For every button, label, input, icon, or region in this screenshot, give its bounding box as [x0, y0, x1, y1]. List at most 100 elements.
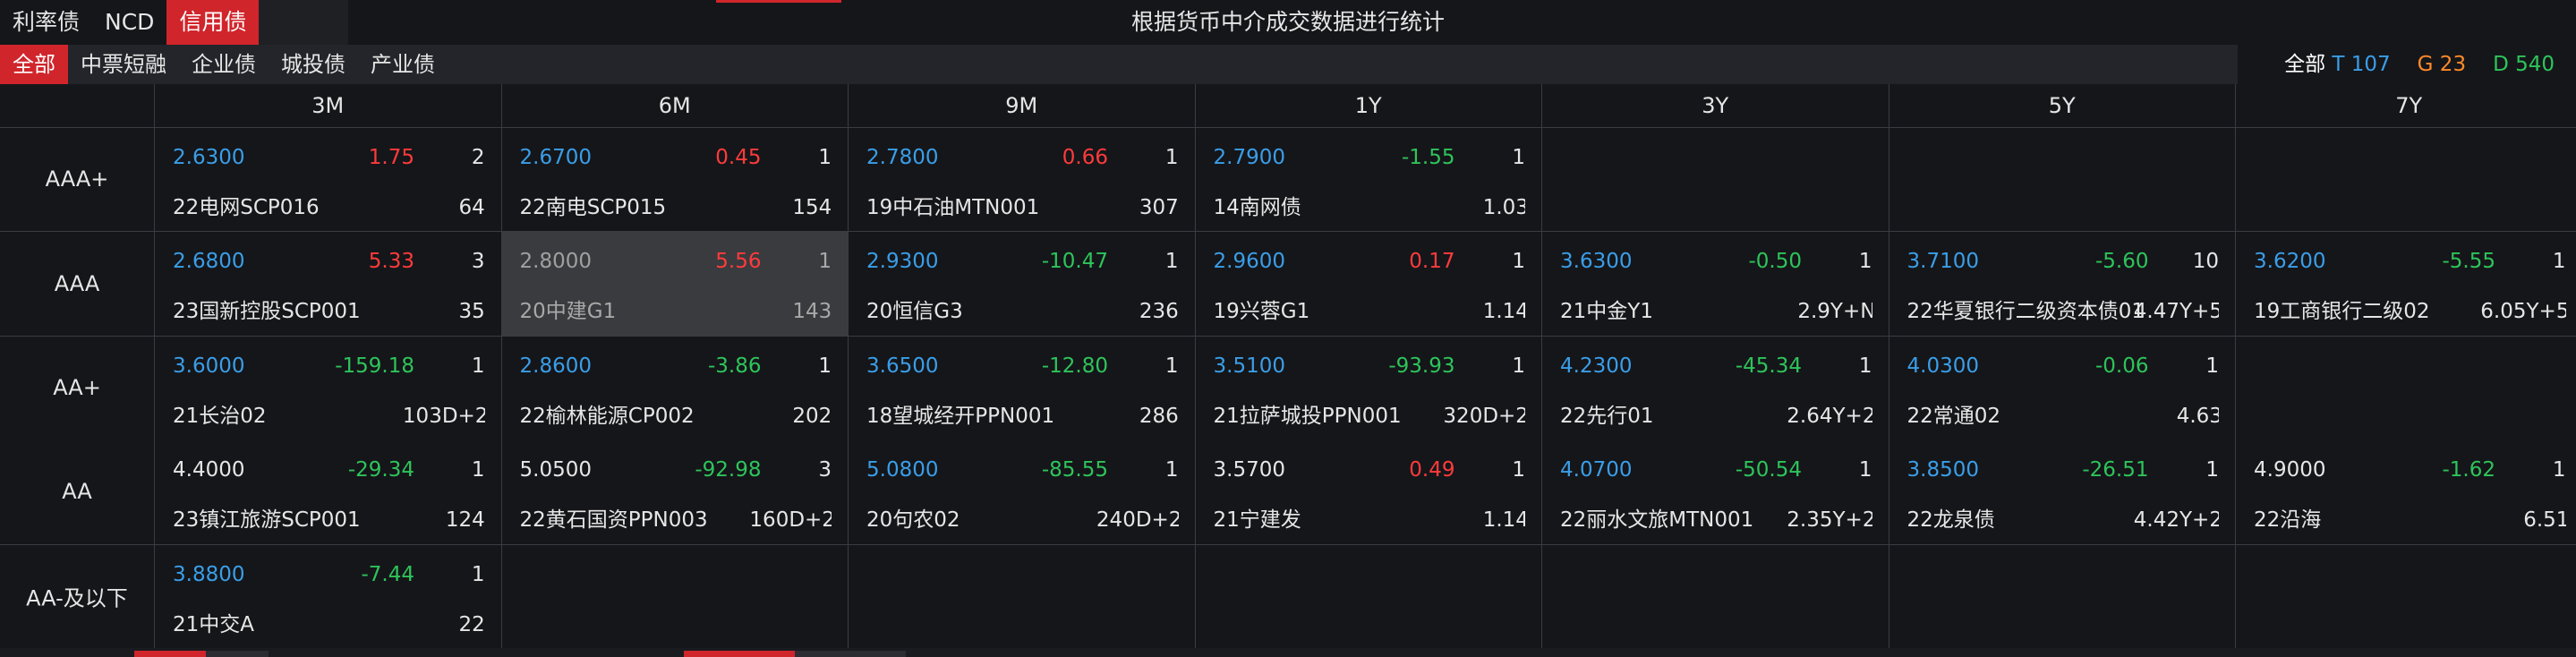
quote-cell[interactable]: 3.6000 -159.18 1 21长治02 103D+2Y [155, 337, 501, 439]
tab-credit-category[interactable]: 城投债 [269, 45, 358, 84]
change-bp-value: -1.62 [2442, 458, 2495, 482]
trade-count: 3 [471, 250, 485, 274]
quote-cell[interactable]: 3.5100 -93.93 1 21拉萨城投PPN001 320D+2Y [1196, 337, 1542, 439]
row-header-rating[interactable]: AA [0, 439, 154, 543]
horizontal-scrollbar[interactable] [0, 648, 2576, 657]
yield-value: 2.7900 [1213, 146, 1285, 169]
quote-stats-row: 5.0500 -92.98 3 [520, 456, 832, 483]
remaining-term: 202D [792, 404, 832, 428]
yield-value: 4.0300 [1906, 354, 1979, 378]
quote-cell[interactable]: 4.2300 -45.34 1 22先行01 2.64Y+2Y [1542, 337, 1889, 439]
rating-label: AA+ [53, 374, 101, 400]
bond-info-row: 21中金Y1 2.9Y+NY [1560, 298, 1872, 325]
quote-stats-row: 4.0300 -0.06 1 [1907, 353, 2220, 380]
quote-cell[interactable]: 2.9600 0.17 1 19兴蓉G1 1.14Y [1196, 232, 1542, 335]
trade-summary: 全部 T 107 G 23 D 540 [2284, 45, 2555, 84]
change-bp-value: -92.98 [695, 458, 762, 482]
bond-name: 21长治02 [173, 404, 267, 428]
tab-credit-category[interactable]: 企业债 [179, 45, 269, 84]
quote-cell[interactable]: 3.7100 -5.60 10 22华夏银行二级资本债014.47Y+5Y [1889, 232, 2236, 335]
column-header-tenor[interactable]: 9M [848, 84, 1195, 127]
trade-count: 1 [1164, 250, 1179, 274]
trade-count: 1 [471, 458, 485, 482]
column-header-tenor[interactable]: 6M [500, 84, 849, 127]
tab-bond-type[interactable]: 信用债 [166, 0, 260, 45]
column-header-tenor[interactable]: 3Y [1541, 84, 1889, 127]
bond-info-row: 20句农02 240D+2Y [866, 507, 1179, 533]
bond-info-row: 21长治02 103D+2Y [173, 403, 485, 430]
yield-value: 2.8000 [519, 250, 592, 274]
page-title: 根据货币中介成交数据进行统计 [1130, 9, 1445, 35]
change-bp-value: -5.55 [2442, 250, 2495, 274]
tab-credit-category[interactable]: 全部 [0, 45, 68, 84]
quote-cell[interactable]: 5.0500 -92.98 3 22黄石国资PPN003 160D+2Y [502, 440, 849, 543]
bond-info-row: 20恒信G3 236D [866, 298, 1179, 325]
trade-count: 1 [1164, 354, 1179, 378]
quote-cell[interactable]: 2.7900 -1.55 1 14南网债 1.03Y [1196, 128, 1542, 231]
trade-count: 1 [1512, 146, 1525, 169]
quote-cell[interactable]: 3.8800 -7.44 1 21中交A 22D [155, 545, 501, 648]
row-header-rating[interactable]: AAA [0, 231, 154, 335]
change-bp-value: -7.44 [361, 562, 414, 586]
quote-stats-row: 2.8600 -3.86 1 [520, 353, 832, 380]
yield-value: 3.8800 [173, 562, 245, 586]
change-bp-value: 5.33 [368, 250, 414, 274]
quote-cell[interactable]: 2.6800 5.33 3 23国新控股SCP001 35D [155, 232, 501, 335]
remaining-term: 320D+2Y [1443, 404, 1525, 428]
yield-value: 2.6700 [519, 146, 592, 169]
change-bp-value: -12.80 [1041, 354, 1108, 378]
quote-stats-row: 4.2300 -45.34 1 [1560, 353, 1872, 380]
quote-cell[interactable]: 3.6300 -0.50 1 21中金Y1 2.9Y+NY [1542, 232, 1889, 335]
remaining-term: 6.51Y [2523, 508, 2566, 533]
bond-name: 19工商银行二级02 [2254, 300, 2430, 324]
bond-name: 23国新控股SCP001 [173, 300, 361, 324]
grid-line [0, 127, 154, 128]
quote-cell[interactable]: 4.4000 -29.34 1 23镇江旅游SCP001 124D [155, 440, 501, 543]
tab-strip-spacer [259, 0, 349, 45]
quote-stats-row: 3.5100 -93.93 1 [1214, 353, 1526, 380]
quote-cell[interactable]: 2.9300 -10.47 1 20恒信G3 236D [849, 232, 1195, 335]
quote-cell[interactable]: 5.0800 -85.55 1 20句农02 240D+2Y [849, 440, 1195, 543]
tab-credit-category[interactable]: 中票短融 [68, 45, 179, 84]
quote-cell[interactable]: 2.8000 5.56 1 20中建G1 143D [501, 232, 848, 336]
column-header-tenor[interactable]: 3M [154, 84, 501, 127]
bond-name: 22丽水文旅MTN001 [1560, 508, 1754, 533]
change-bp-value: 0.45 [715, 146, 762, 169]
change-bp-value: -0.50 [1748, 250, 1802, 274]
quote-cell[interactable]: 4.9000 -1.62 1 22沿海 6.51Y [2236, 440, 2576, 543]
tab-bond-type[interactable]: 利率债 [0, 0, 92, 45]
yield-value: 3.6200 [2254, 250, 2326, 274]
trade-count: 1 [1164, 458, 1179, 482]
filter-bar: 全部 中票短融 企业债 城投债 产业债 全部 T 107 G 23 D 540 [0, 45, 2576, 84]
quote-cell[interactable]: 2.6700 0.45 1 22南电SCP015 154D [502, 128, 849, 231]
row-header-rating[interactable]: AA-及以下 [0, 544, 154, 648]
remaining-term: 154D [792, 196, 832, 219]
top-bar: 利率债 NCD 信用债 根据货币中介成交数据进行统计 [0, 0, 2576, 45]
quote-stats-row: 4.0700 -50.54 1 [1560, 456, 1872, 483]
change-bp-value: -10.47 [1041, 250, 1108, 274]
quote-stats-row: 5.0800 -85.55 1 [866, 456, 1179, 483]
column-header-tenor[interactable]: 1Y [1194, 84, 1542, 127]
remaining-term: 2.64Y+2Y [1787, 404, 1872, 428]
tab-bond-type[interactable]: NCD [92, 0, 166, 45]
quote-cell[interactable]: 2.6300 1.75 2 22电网SCP016 64D [155, 128, 501, 231]
quote-cell[interactable]: 2.8600 -3.86 1 22榆林能源CP002 202D [502, 337, 849, 439]
quote-stats-row: 2.6300 1.75 2 [173, 144, 485, 171]
tab-credit-category[interactable]: 产业债 [358, 45, 448, 84]
quote-cell[interactable]: 3.6500 -12.80 1 18望城经开PPN001 286D [849, 337, 1195, 439]
bond-info-row: 14南网债 1.03Y [1214, 194, 1526, 221]
trade-count: 1 [1858, 458, 1872, 482]
row-header-rating[interactable]: AA+ [0, 336, 154, 439]
row-header-rating[interactable]: AAA+ [0, 127, 154, 231]
change-bp-value: -50.54 [1735, 458, 1802, 482]
quote-cell[interactable]: 2.7800 0.66 1 19中石油MTN001 307D [849, 128, 1195, 231]
column-header-tenor[interactable]: 5Y [1888, 84, 2236, 127]
quote-cell[interactable]: 3.8500 -26.51 1 22龙泉债 4.42Y+2Y [1889, 440, 2236, 543]
bond-name: 21中金Y1 [1560, 300, 1653, 324]
change-bp-value: -45.34 [1735, 354, 1802, 378]
quote-cell[interactable]: 4.0700 -50.54 1 22丽水文旅MTN001 2.35Y+2Y [1542, 440, 1889, 543]
quote-cell[interactable]: 3.5700 0.49 1 21宁建发 1.14Y [1196, 440, 1542, 543]
column-header-tenor[interactable]: 7Y [2235, 84, 2576, 127]
quote-cell[interactable]: 4.0300 -0.06 1 22常通02 4.63Y [1889, 337, 2236, 439]
quote-cell[interactable]: 3.6200 -5.55 1 19工商银行二级02 6.05Y+5Y [2236, 232, 2576, 335]
